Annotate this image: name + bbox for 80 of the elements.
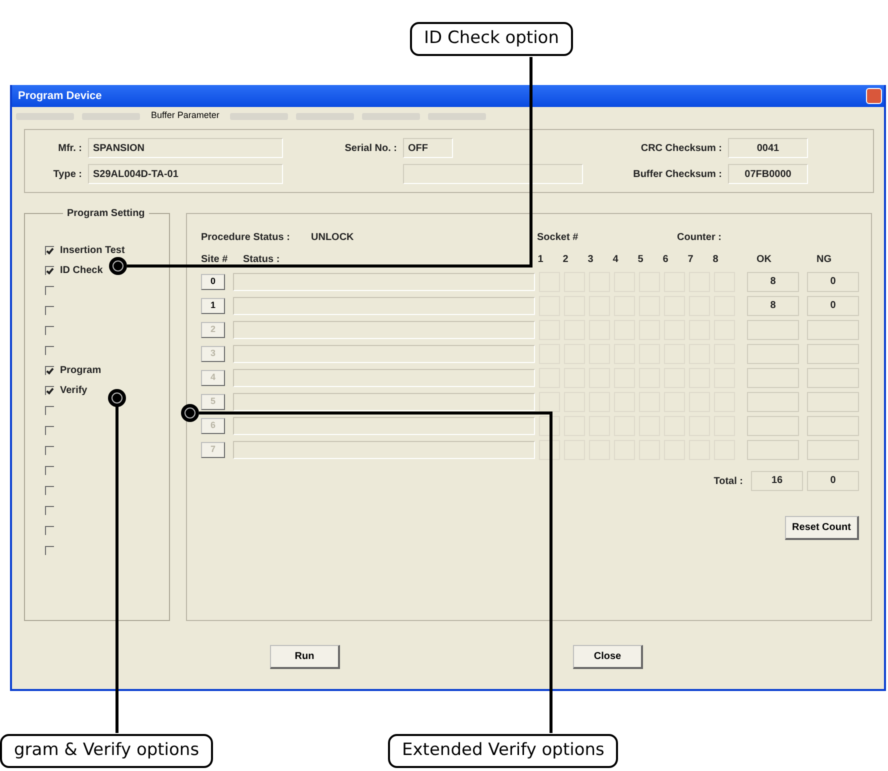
id-check-callout: ID Check option: [410, 22, 573, 56]
run-button[interactable]: Run: [270, 645, 340, 669]
total-label: Total :: [714, 474, 743, 488]
checkbox[interactable]: [45, 426, 54, 434]
socket-cell: [539, 440, 560, 460]
ok-count: 8: [747, 272, 799, 292]
tab[interactable]: Buffer Parameter: [148, 109, 222, 123]
ok-count: [747, 344, 799, 364]
column-header: 4: [612, 252, 620, 266]
checkbox[interactable]: [45, 506, 54, 514]
socket-cell: [539, 416, 560, 436]
column-header: OK: [756, 252, 772, 266]
total-ng: 0: [807, 471, 859, 491]
site-button[interactable]: 1: [201, 298, 225, 314]
group-title: Program Setting: [63, 206, 149, 221]
ok-count: [747, 392, 799, 412]
field-label: CRC Checksum :: [640, 142, 723, 156]
checkbox[interactable]: [45, 286, 54, 294]
field-value: 0041: [728, 138, 808, 158]
checkbox[interactable]: [45, 546, 54, 554]
option-label: Insertion Test: [60, 244, 125, 258]
column-header: 6: [662, 252, 670, 266]
column-header: 8: [712, 252, 720, 266]
window-title: Program Device: [18, 88, 102, 104]
ok-count: [747, 320, 799, 340]
ok-count: [747, 368, 799, 388]
checkbox[interactable]: [45, 446, 54, 454]
procedure-status-value: UNLOCK: [311, 230, 355, 244]
checkbox[interactable]: [45, 346, 54, 354]
checkbox[interactable]: [45, 266, 54, 274]
ng-count: [807, 392, 859, 412]
checkbox[interactable]: [45, 366, 54, 374]
program-verify-callout: gram & Verify options: [0, 734, 214, 768]
field-value: 07FB0000: [728, 164, 808, 184]
ng-count: [807, 416, 859, 436]
column-header: Site #: [201, 252, 229, 266]
ng-count: [807, 368, 859, 388]
field-label: Type :: [52, 168, 83, 182]
column-header: 1: [536, 252, 544, 266]
site-button[interactable]: 0: [201, 274, 225, 290]
ok-count: [747, 416, 799, 436]
ng-count: [807, 344, 859, 364]
close-button[interactable]: Close: [573, 645, 643, 669]
checkbox[interactable]: [45, 486, 54, 494]
extended-verify-callout: Extended Verify options: [388, 734, 618, 768]
field-value: OFF: [403, 138, 453, 158]
ng-count: 0: [807, 272, 859, 292]
checkbox[interactable]: [45, 406, 54, 414]
counter-header: Counter :: [677, 230, 722, 244]
option-label: Program: [60, 364, 102, 378]
ok-count: [747, 440, 799, 460]
column-header: NG: [816, 252, 832, 266]
column-header: 7: [686, 252, 694, 266]
socket-header: Socket #: [537, 230, 580, 244]
checkbox[interactable]: [45, 326, 54, 334]
checkbox[interactable]: [45, 466, 54, 474]
socket-cell: [539, 392, 560, 412]
checkbox[interactable]: [45, 386, 54, 394]
column-header: 3: [586, 252, 594, 266]
ng-count: [807, 320, 859, 340]
total-ok: 16: [751, 471, 803, 491]
checkbox[interactable]: [45, 246, 54, 254]
option-label: Verify: [60, 384, 88, 398]
close-icon[interactable]: [866, 88, 882, 104]
column-header: Status :: [243, 252, 281, 266]
column-header: 2: [562, 252, 570, 266]
column-header: 5: [636, 252, 644, 266]
field-value: S29AL004D-TA-01: [88, 164, 283, 184]
option-label: ID Check: [60, 264, 103, 278]
ng-count: [807, 440, 859, 460]
field-label: Serial No. :: [344, 142, 398, 156]
procedure-status-label: Procedure Status :: [201, 230, 291, 244]
field-label: Buffer Checksum :: [632, 168, 723, 182]
field-label: Mfr. :: [57, 142, 83, 156]
checkbox[interactable]: [45, 306, 54, 314]
ok-count: 8: [747, 296, 799, 316]
ng-count: 0: [807, 296, 859, 316]
checkbox[interactable]: [45, 526, 54, 534]
reset-count-button[interactable]: Reset Count: [785, 516, 859, 540]
field-value: SPANSION: [88, 138, 283, 158]
